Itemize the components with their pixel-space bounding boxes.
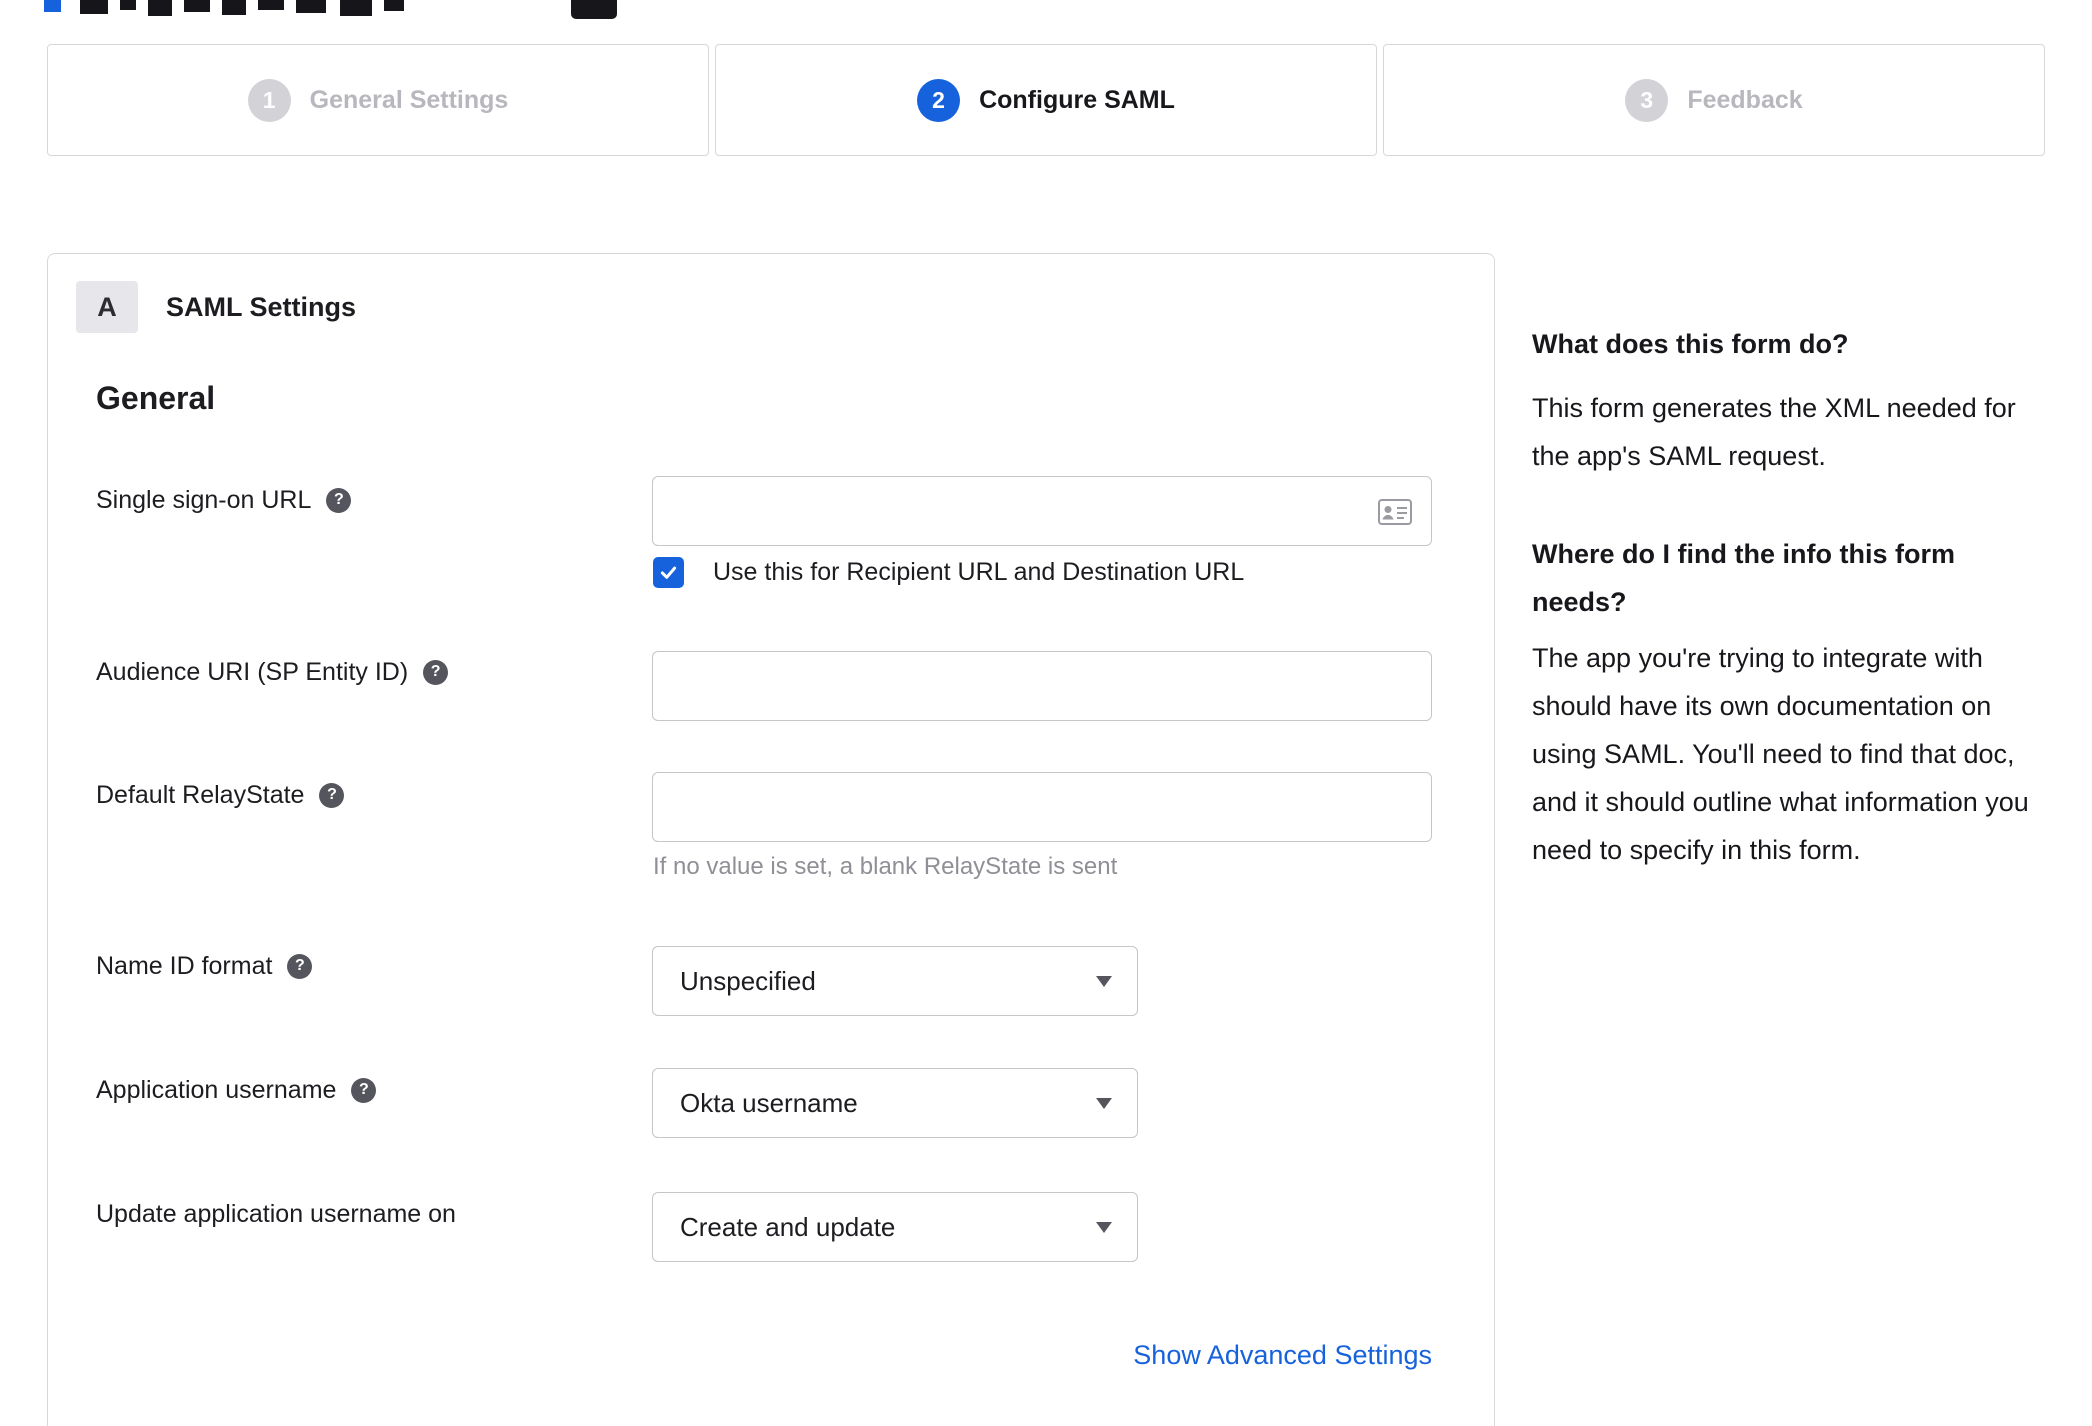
step-number-badge: 2 (917, 78, 961, 122)
step-label: Configure SAML (979, 85, 1175, 114)
section-a-badge: A (76, 281, 138, 333)
nameid-format-select[interactable]: Unspecified (652, 946, 1138, 1016)
recipient-url-checkbox[interactable] (653, 557, 684, 588)
audience-uri-input[interactable] (652, 651, 1432, 721)
nameid-help-icon[interactable]: ? (287, 953, 313, 979)
step-number-badge: 3 (1625, 78, 1669, 122)
clipped-accent-fragment (44, 0, 61, 12)
help-sidebar: What does this form do? This form genera… (1532, 320, 2030, 874)
audience-uri-label: Audience URI (SP Entity ID) (96, 658, 409, 686)
clipped-title-fragment (80, 0, 108, 14)
update-username-select[interactable]: Create and update (652, 1192, 1138, 1262)
saml-settings-panel: A SAML Settings General Single sign-on U… (47, 253, 1495, 1426)
clipped-title-fragment (296, 0, 326, 13)
update-username-label: Update application username on (96, 1200, 456, 1228)
relaystate-hint: If no value is set, a blank RelayState i… (653, 853, 1118, 880)
relaystate-label-row: Default RelayState ? (96, 780, 345, 810)
audience-help-icon[interactable]: ? (423, 659, 449, 685)
clipped-title-fragment (148, 0, 172, 16)
panel-title: SAML Settings (166, 292, 357, 322)
clipped-title-fragment (340, 0, 372, 16)
nameid-format-value: Unspecified (680, 965, 816, 996)
help-question-2: Where do I find the info this form needs… (1532, 539, 1955, 617)
nameid-format-label-row: Name ID format ? (96, 951, 313, 981)
app-username-label: Application username (96, 1076, 337, 1104)
sso-url-label-row: Single sign-on URL ? (96, 485, 352, 515)
app-username-label-row: Application username ? (96, 1075, 377, 1105)
update-username-label-row: Update application username on (96, 1199, 456, 1229)
contact-card-icon[interactable] (1378, 499, 1412, 530)
okta-configure-saml-page: 1 General Settings 2 Configure SAML 3 Fe… (0, 0, 2092, 1426)
app-username-value: Okta username (680, 1087, 858, 1118)
clipped-title-fragment (384, 0, 404, 11)
show-advanced-settings-link[interactable]: Show Advanced Settings (1133, 1340, 1432, 1371)
clipped-page-title (44, 0, 744, 22)
step-configure-saml[interactable]: 2 Configure SAML (715, 44, 1377, 156)
app-username-help-icon[interactable]: ? (351, 1077, 377, 1103)
nameid-format-label: Name ID format (96, 952, 273, 980)
step-label: General Settings (309, 85, 509, 114)
app-username-select[interactable]: Okta username (652, 1068, 1138, 1138)
clipped-title-fragment (120, 0, 136, 10)
chevron-down-icon (1096, 1222, 1112, 1233)
help-question-1: What does this form do? (1532, 329, 1849, 359)
clipped-title-fragment (184, 0, 210, 12)
audience-uri-label-row: Audience URI (SP Entity ID) ? (96, 657, 449, 687)
general-section-title: General (96, 380, 216, 416)
relaystate-help-icon[interactable]: ? (319, 782, 345, 808)
wizard-stepper: 1 General Settings 2 Configure SAML 3 Fe… (47, 44, 2045, 156)
relaystate-input[interactable] (652, 772, 1432, 842)
step-general-settings[interactable]: 1 General Settings (47, 44, 709, 156)
chevron-down-icon (1096, 976, 1112, 987)
step-label: Feedback (1687, 85, 1803, 114)
step-number-badge: 1 (247, 78, 291, 122)
chevron-down-icon (1096, 1098, 1112, 1109)
clipped-title-fragment (258, 0, 284, 10)
help-answer-2: The app you're trying to integrate with … (1532, 643, 2029, 865)
sso-help-icon[interactable]: ? (326, 487, 352, 513)
sso-url-input[interactable] (652, 476, 1432, 546)
recipient-url-checkbox-label[interactable]: Use this for Recipient URL and Destinati… (713, 558, 1244, 587)
help-answer-1: This form generates the XML needed for t… (1532, 393, 2016, 471)
clipped-title-fragment (222, 0, 246, 15)
update-username-value: Create and update (680, 1211, 896, 1242)
sso-url-label: Single sign-on URL (96, 486, 312, 514)
step-feedback[interactable]: 3 Feedback (1383, 44, 2045, 156)
relaystate-label: Default RelayState (96, 781, 305, 809)
clipped-app-logo (571, 0, 617, 19)
recipient-url-checkbox-row: Use this for Recipient URL and Destinati… (653, 557, 1244, 588)
